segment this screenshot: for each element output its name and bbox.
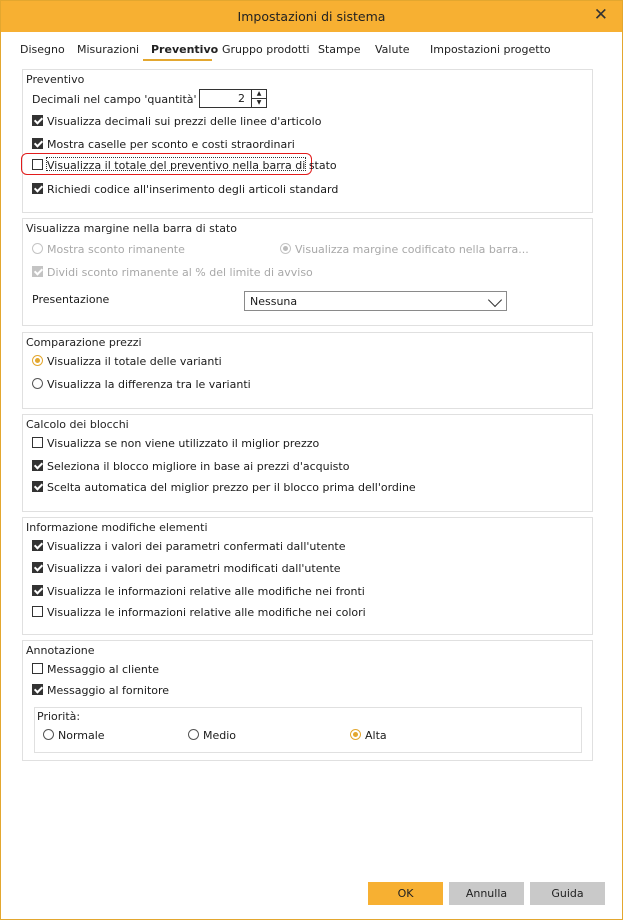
tab-stampe[interactable]: Stampe: [318, 43, 361, 56]
presentation-value: Nessuna: [250, 295, 298, 308]
decimals-value: 2: [238, 92, 245, 105]
stepper-buttons: ▲ ▼: [251, 90, 266, 107]
active-tab-indicator: [143, 59, 212, 61]
checkbox-label: Richiedi codice all'inserimento degli ar…: [47, 183, 339, 196]
checkbox[interactable]: [32, 266, 43, 277]
checkbox[interactable]: [32, 159, 43, 170]
tab-gruppo-prodotti[interactable]: Gruppo prodotti: [222, 43, 310, 56]
checkbox[interactable]: [32, 138, 43, 149]
priority-title: Priorità:: [37, 710, 81, 723]
checkbox[interactable]: [32, 684, 43, 695]
radio-label: Alta: [365, 729, 387, 742]
group-title-annotazione: Annotazione: [26, 644, 95, 657]
radio-label: Mostra sconto rimanente: [47, 243, 185, 256]
checkbox[interactable]: [32, 460, 43, 471]
checkbox-label: Scelta automatica del miglior prezzo per…: [47, 481, 416, 494]
checkbox-label: Visualizza decimali sui prezzi delle lin…: [47, 115, 322, 128]
checkbox[interactable]: [32, 115, 43, 126]
title-bar[interactable]: Impostazioni di sistema ✕: [1, 1, 622, 32]
close-icon[interactable]: ✕: [594, 6, 608, 24]
checkbox[interactable]: [32, 606, 43, 617]
group-title-margine: Visualizza margine nella barra di stato: [26, 222, 238, 235]
help-button[interactable]: Guida: [530, 882, 605, 905]
decimals-stepper[interactable]: 2 ▲ ▼: [199, 89, 267, 108]
group-title-blocchi: Calcolo dei blocchi: [26, 418, 129, 431]
presentation-label: Presentazione: [32, 293, 110, 306]
radio-label: Medio: [203, 729, 237, 742]
radio[interactable]: [350, 729, 361, 740]
tab-bar: Disegno Misurazioni Preventivo Gruppo pr…: [1, 32, 622, 62]
radio[interactable]: [280, 243, 291, 254]
radio-label: Visualizza margine codificato nella barr…: [295, 243, 529, 256]
radio[interactable]: [188, 729, 199, 740]
radio[interactable]: [32, 378, 43, 389]
radio-label: Visualizza il totale delle varianti: [47, 355, 222, 368]
checkbox[interactable]: [32, 183, 43, 194]
checkbox-label: Visualizza il totale del preventivo nell…: [47, 159, 337, 172]
tab-impostazioni-progetto[interactable]: Impostazioni progetto: [430, 43, 551, 56]
checkbox-label: Seleziona il blocco migliore in base ai …: [47, 460, 350, 473]
checkbox-label: Visualizza i valori dei parametri modifi…: [47, 562, 341, 575]
checkbox[interactable]: [32, 585, 43, 596]
tab-misurazioni[interactable]: Misurazioni: [77, 43, 139, 56]
radio[interactable]: [32, 355, 43, 366]
checkbox-label: Visualizza le informazioni relative alle…: [47, 585, 365, 598]
checkbox[interactable]: [32, 540, 43, 551]
checkbox-label: Visualizza se non viene utilizzato il mi…: [47, 437, 320, 450]
checkbox-label: Dividi sconto rimanente al % del limite …: [47, 266, 313, 279]
checkbox[interactable]: [32, 437, 43, 448]
tab-disegno[interactable]: Disegno: [20, 43, 65, 56]
checkbox-label: Visualizza le informazioni relative alle…: [47, 606, 366, 619]
tab-preventivo[interactable]: Preventivo: [151, 43, 218, 56]
stepper-down-icon[interactable]: ▼: [252, 99, 266, 107]
group-title-comparazione: Comparazione prezzi: [26, 336, 142, 349]
cancel-button[interactable]: Annulla: [449, 882, 524, 905]
checkbox-label: Mostra caselle per sconto e costi straor…: [47, 138, 295, 151]
settings-dialog: Impostazioni di sistema ✕ Disegno Misura…: [0, 0, 623, 920]
presentation-select[interactable]: Nessuna: [244, 291, 507, 311]
group-title-preventivo: Preventivo: [26, 73, 85, 86]
checkbox-label: Messaggio al fornitore: [47, 684, 170, 697]
checkbox[interactable]: [32, 562, 43, 573]
checkbox[interactable]: [32, 663, 43, 674]
ok-button[interactable]: OK: [368, 882, 443, 905]
stepper-up-icon[interactable]: ▲: [252, 90, 266, 99]
group-title-modifiche: Informazione modifiche elementi: [26, 521, 208, 534]
checkbox-label: Messaggio al cliente: [47, 663, 159, 676]
group-priorita: [34, 707, 582, 753]
radio[interactable]: [32, 243, 43, 254]
tab-valute[interactable]: Valute: [375, 43, 410, 56]
checkbox-label: Visualizza i valori dei parametri confer…: [47, 540, 346, 553]
chevron-down-icon: [487, 292, 503, 308]
radio[interactable]: [43, 729, 54, 740]
window-title: Impostazioni di sistema: [237, 9, 386, 24]
decimals-label: Decimali nel campo 'quantità': [32, 93, 197, 106]
checkbox[interactable]: [32, 481, 43, 492]
radio-label: Normale: [58, 729, 105, 742]
radio-label: Visualizza la differenza tra le varianti: [47, 378, 251, 391]
